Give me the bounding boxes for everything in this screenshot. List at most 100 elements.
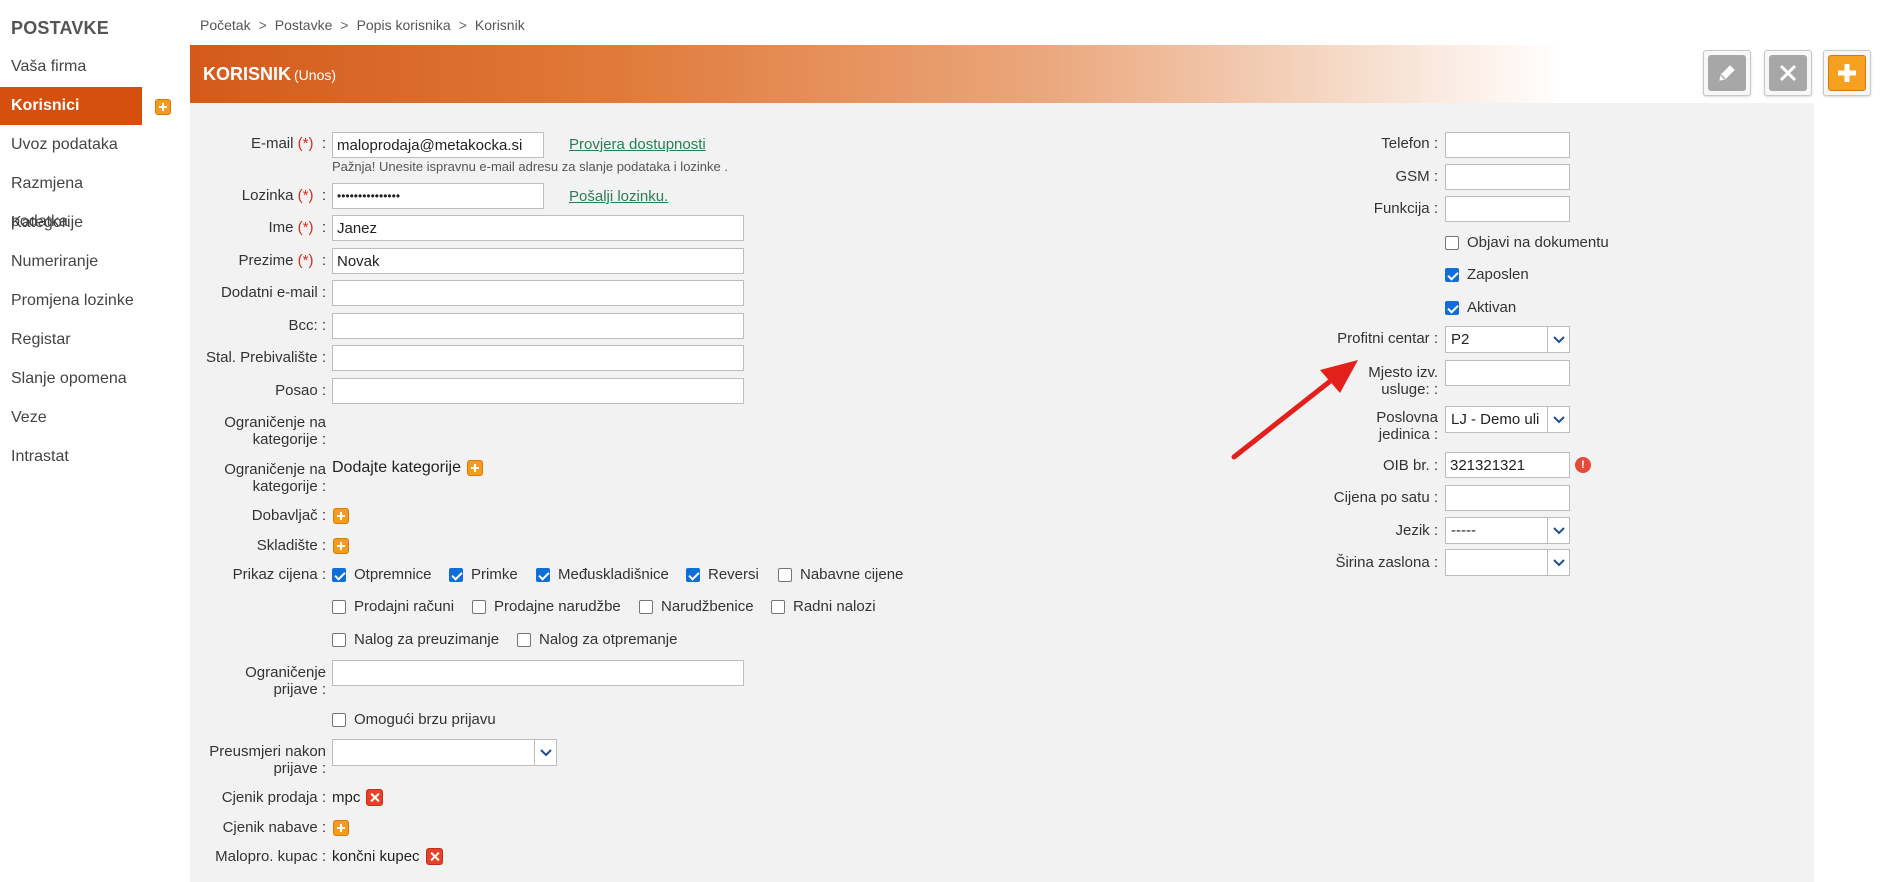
sidebar-item-links[interactable]: Veze: [0, 399, 142, 437]
checkbox-purchase-prices[interactable]: Nabavne cijene: [778, 566, 903, 583]
profit-center-select[interactable]: P2: [1445, 326, 1570, 353]
sidebar-item-change-password[interactable]: Promjena lozinke: [0, 282, 142, 320]
service-place-field[interactable]: [1445, 360, 1570, 386]
breadcrumb-user-list[interactable]: Popis korisnika: [357, 17, 451, 33]
breadcrumb-home[interactable]: Početak: [200, 17, 251, 33]
checkbox-purchase-orders[interactable]: Narudžbenice: [639, 598, 754, 615]
function-label: Funkcija :: [1373, 200, 1438, 217]
checkbox-box[interactable]: [332, 567, 346, 582]
edit-button[interactable]: [1703, 50, 1751, 96]
checkbox-reverses[interactable]: Reversi: [686, 566, 759, 583]
login-limit-field[interactable]: [332, 660, 744, 686]
redirect-label: Preusmjeri nakon prijave :: [209, 743, 326, 777]
checkbox-sales-invoices[interactable]: Prodajni računi: [332, 598, 454, 615]
checkbox-pickup-order[interactable]: Nalog za preuzimanje: [332, 631, 499, 648]
breadcrumb-settings[interactable]: Postavke: [275, 17, 333, 33]
cancel-button[interactable]: [1764, 50, 1812, 96]
language-select[interactable]: -----: [1445, 517, 1570, 544]
password-label: Lozinka (*) :: [241, 187, 326, 204]
remove-retail-customer-icon[interactable]: [426, 848, 443, 865]
email-field[interactable]: [332, 132, 544, 158]
warning-icon: !: [1575, 457, 1591, 473]
add-supplier-icon[interactable]: [333, 508, 349, 524]
checkbox-box[interactable]: [332, 599, 346, 614]
name-label: Ime (*) :: [268, 219, 326, 236]
phone-field[interactable]: [1445, 132, 1570, 158]
sidebar-item-exchange[interactable]: Razmjena podatka: [0, 165, 142, 230]
sidebar-item-numbering[interactable]: Numeriranje: [0, 243, 142, 281]
gsm-field[interactable]: [1445, 164, 1570, 190]
extra-email-label: Dodatni e-mail :: [220, 284, 326, 301]
breadcrumb: Početak > Postavke > Popis korisnika > Korisni…: [200, 17, 525, 33]
chevron-down-icon: [1547, 518, 1569, 543]
checkbox-box[interactable]: [332, 712, 346, 727]
screen-width-select[interactable]: [1445, 549, 1570, 576]
checkbox-box[interactable]: [536, 567, 550, 582]
check-availability-link[interactable]: Provjera dostupnosti: [569, 136, 706, 153]
checkbox-work-orders[interactable]: Radni nalozi: [771, 598, 876, 615]
add-purchase-pricelist-icon[interactable]: [333, 820, 349, 836]
add-user-icon[interactable]: [155, 99, 171, 116]
extra-email-field[interactable]: [332, 280, 744, 306]
add-button[interactable]: [1823, 50, 1871, 96]
sidebar-title: POSTAVKE: [11, 18, 109, 38]
hourly-price-field[interactable]: [1445, 485, 1570, 511]
chevron-down-icon: [1547, 327, 1569, 352]
residence-field[interactable]: [332, 345, 744, 371]
chevron-down-icon: [534, 740, 556, 765]
checkbox-box[interactable]: [1445, 267, 1459, 282]
price-display-label: Prikaz cijena :: [232, 566, 326, 583]
sidebar-item-users[interactable]: Korisnici: [0, 87, 142, 125]
category-limit-label-1: Ograničenje na kategorije :: [224, 414, 326, 448]
sidebar-item-register[interactable]: Registar: [0, 321, 142, 359]
function-field[interactable]: [1445, 196, 1570, 222]
name-field[interactable]: [332, 215, 744, 241]
password-field[interactable]: [332, 183, 544, 209]
bcc-field[interactable]: [332, 313, 744, 339]
bcc-label: Bcc: :: [288, 317, 326, 334]
email-hint: Pažnja! Unesite ispravnu e-mail adresu z…: [332, 159, 728, 174]
residence-label: Stal. Prebivalište :: [205, 349, 326, 366]
sidebar-item-reminders[interactable]: Slanje opomena: [0, 360, 142, 398]
checkbox-box[interactable]: [771, 599, 785, 614]
purchase-pricelist-label: Cjenik nabave :: [222, 819, 326, 836]
checkbox-box[interactable]: [1445, 235, 1459, 250]
surname-field[interactable]: [332, 248, 744, 274]
breadcrumb-current: Korisnik: [474, 17, 525, 33]
redirect-select[interactable]: [332, 739, 557, 766]
checkbox-box[interactable]: [472, 599, 486, 614]
checkbox-shipping-order[interactable]: Nalog za otpremanje: [517, 631, 677, 648]
checkbox-publish-on-document[interactable]: Objavi na dokumentu: [1445, 234, 1609, 251]
send-password-link[interactable]: Pošalji lozinku.: [569, 188, 668, 205]
checkbox-employed[interactable]: Zaposlen: [1445, 266, 1529, 283]
business-unit-select[interactable]: LJ - Demo ulic: [1445, 406, 1570, 433]
checkbox-receipts[interactable]: Primke: [449, 566, 518, 583]
remove-sale-pricelist-icon[interactable]: [366, 789, 383, 806]
add-category-icon[interactable]: [467, 460, 483, 476]
checkbox-box[interactable]: [332, 632, 346, 647]
checkbox-box[interactable]: [449, 567, 463, 582]
screen-width-label: Širina zaslona :: [1335, 554, 1438, 571]
checkbox-box[interactable]: [1445, 300, 1459, 315]
checkbox-box[interactable]: [517, 632, 531, 647]
profit-center-label: Profitni centar :: [1337, 330, 1438, 347]
checkbox-dispatch-notes[interactable]: Otpremnice: [332, 566, 432, 583]
sidebar-item-company[interactable]: Vaša firma: [0, 48, 142, 86]
job-field[interactable]: [332, 378, 744, 404]
checkbox-box[interactable]: [778, 567, 792, 582]
checkbox-interwarehouse[interactable]: Međuskladišnice: [536, 566, 669, 583]
sidebar-item-categories[interactable]: Kategorije: [0, 204, 142, 242]
checkbox-box[interactable]: [639, 599, 653, 614]
checkbox-sales-orders[interactable]: Prodajne narudžbe: [472, 598, 621, 615]
checkbox-box[interactable]: [686, 567, 700, 582]
checkbox-active[interactable]: Aktivan: [1445, 299, 1516, 316]
oib-field[interactable]: [1445, 452, 1570, 478]
warehouse-label: Skladište :: [256, 537, 326, 554]
language-label: Jezik :: [1395, 522, 1438, 539]
sidebar-item-intrastat[interactable]: Intrastat: [0, 438, 142, 476]
plus-icon: [1828, 55, 1866, 91]
checkbox-quick-login[interactable]: Omogući brzu prijavu: [332, 711, 496, 728]
add-warehouse-icon[interactable]: [333, 538, 349, 554]
sidebar-item-import[interactable]: Uvoz podataka: [0, 126, 142, 164]
login-limit-label: Ograničenje prijave :: [245, 664, 326, 698]
